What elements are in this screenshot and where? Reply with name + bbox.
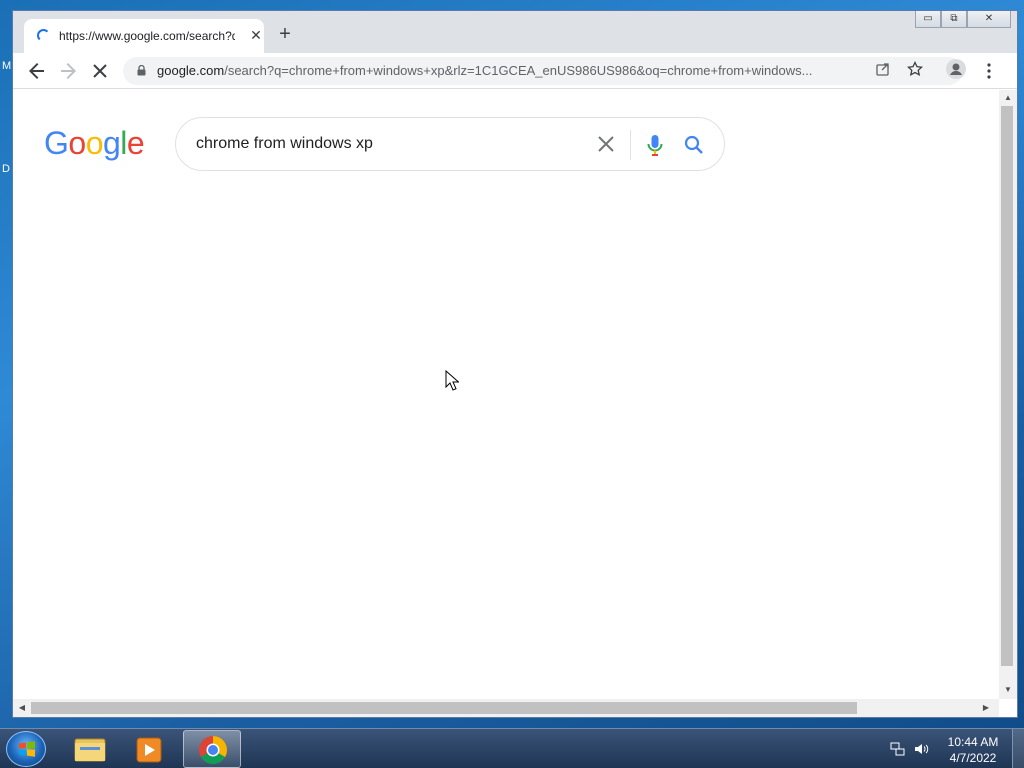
clock-date: 4/7/2022: [949, 751, 997, 765]
clear-icon[interactable]: [594, 130, 618, 158]
new-tab-button[interactable]: +: [275, 24, 295, 45]
desktop-icon-label-d: D: [2, 163, 10, 175]
tab-google-search[interactable]: https://www.google.com/search?q=chrome+f…: [24, 19, 264, 53]
media-player-icon: [136, 737, 162, 763]
share-icon[interactable]: [873, 61, 893, 81]
logo-letter: o: [85, 125, 104, 161]
search-input[interactable]: [196, 132, 576, 156]
address-bar[interactable]: google.com/search?q=chrome+from+windows+…: [123, 57, 963, 85]
logo-letter: o: [68, 125, 86, 161]
mouse-cursor-icon: [445, 370, 459, 391]
search-divider: [630, 130, 631, 160]
restore-button[interactable]: ⧉: [941, 11, 967, 28]
url-text[interactable]: google.com/search?q=chrome+from+windows+…: [157, 63, 867, 78]
vertical-scroll-thumb[interactable]: [1001, 106, 1013, 666]
loading-spinner-icon: [37, 29, 50, 42]
desktop-icon-label-m: M: [2, 60, 12, 72]
tab-close-icon[interactable]: ✕: [248, 27, 264, 43]
horizontal-scroll-thumb[interactable]: [31, 702, 857, 714]
network-icon[interactable]: [890, 742, 906, 756]
folder-icon: [74, 738, 106, 762]
volume-icon[interactable]: [914, 742, 930, 756]
taskbar-chrome[interactable]: [183, 730, 241, 768]
chrome-window: https://www.google.com/search?q=chrome+f…: [12, 10, 1018, 718]
taskbar-media-player[interactable]: [121, 730, 179, 768]
scroll-right-icon[interactable]: ▶: [981, 703, 991, 713]
vertical-scrollbar[interactable]: ▲ ▼: [999, 90, 1017, 699]
scroll-left-icon[interactable]: ◀: [17, 703, 27, 713]
logo-letter: G: [44, 125, 69, 161]
show-desktop-button[interactable]: [1012, 729, 1024, 768]
search-icon[interactable]: [682, 131, 706, 159]
star-icon[interactable]: [905, 60, 925, 81]
profile-icon[interactable]: [944, 59, 968, 83]
clock-time: 10:44 AM: [947, 735, 999, 749]
tab-title: https://www.google.com/search?q=chrome+f…: [59, 29, 235, 43]
microphone-icon[interactable]: [644, 131, 666, 159]
taskbar: 10:44 AM 4/7/2022: [0, 728, 1024, 768]
logo-letter: g: [102, 125, 121, 161]
stop-icon[interactable]: [88, 59, 112, 83]
url-path: /search?q=chrome+from+windows+xp&rlz=1C1…: [224, 63, 813, 78]
search-box: [175, 117, 725, 171]
google-logo[interactable]: Google: [44, 125, 145, 162]
tab-strip: https://www.google.com/search?q=chrome+f…: [13, 11, 1017, 53]
logo-letter: e: [126, 125, 145, 161]
chrome-icon: [199, 736, 227, 764]
window-controls: ▭ ⧉ ✕: [915, 11, 1011, 28]
menu-icon[interactable]: [977, 59, 1001, 83]
taskbar-explorer[interactable]: [60, 730, 118, 768]
scroll-down-icon[interactable]: ▼: [1003, 685, 1013, 695]
windows-logo-icon: [19, 741, 35, 757]
close-window-button[interactable]: ✕: [967, 11, 1011, 28]
back-icon[interactable]: [25, 59, 49, 83]
forward-icon[interactable]: [56, 59, 80, 83]
minimize-button[interactable]: ▭: [915, 11, 941, 28]
page-viewport: Google: [13, 90, 999, 699]
url-host: google.com: [157, 63, 225, 78]
lock-icon[interactable]: [137, 65, 146, 76]
browser-toolbar: google.com/search?q=chrome+from+windows+…: [13, 53, 1017, 89]
start-button[interactable]: [6, 731, 46, 767]
scroll-up-icon[interactable]: ▲: [1003, 93, 1013, 103]
system-clock[interactable]: 10:44 AM 4/7/2022: [940, 734, 1006, 766]
horizontal-scrollbar[interactable]: ◀ ▶: [13, 699, 999, 717]
logo-letter: l: [120, 125, 127, 161]
